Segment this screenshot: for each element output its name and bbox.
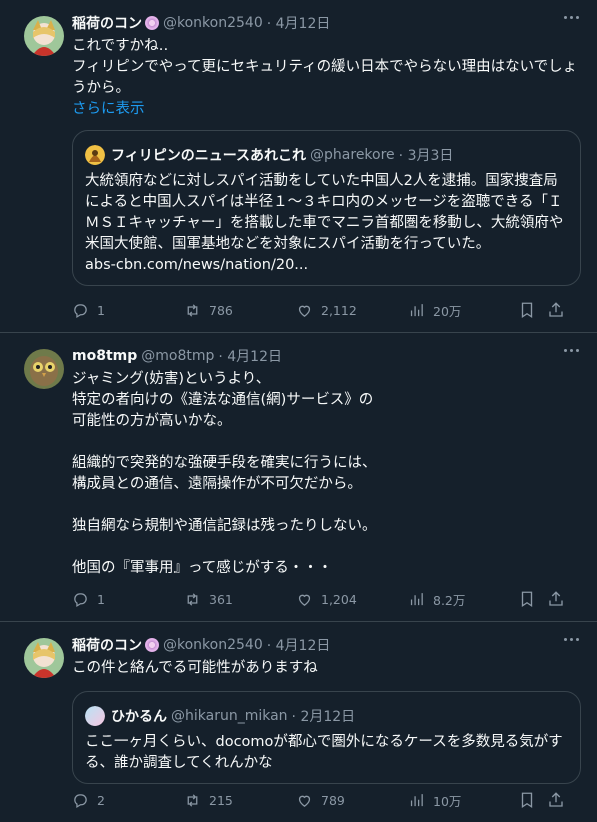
like-count: 1,204: [321, 591, 357, 607]
quoted-display-name: フィリピンのニュースあれこれ: [111, 148, 307, 164]
more-options-icon[interactable]: [564, 349, 579, 352]
quoted-handle: @hikarun_mikan: [171, 708, 288, 724]
tweet-header: mo8tmp @mo8tmp · 4月12日: [72, 345, 581, 367]
share-icon[interactable]: [547, 791, 565, 809]
views-icon: [410, 592, 423, 605]
bookmark-icon[interactable]: [518, 301, 536, 319]
views-icon: [410, 303, 423, 316]
retweet-icon: [187, 303, 198, 317]
quoted-header: ひかるん @hikarun_mikan · 2月12日: [85, 706, 568, 726]
quoted-date: · 2月12日: [291, 709, 356, 725]
quoted-avatar: [85, 145, 105, 165]
like-count: 2,112: [321, 302, 357, 318]
retweet-count: 361: [209, 591, 233, 607]
share-icon[interactable]: [547, 301, 565, 319]
tweet-date[interactable]: · 4月12日: [218, 346, 282, 366]
retweet-count: 786: [209, 302, 233, 318]
like-count: 789: [321, 792, 345, 808]
user-handle[interactable]: @mo8tmp: [141, 348, 214, 364]
views-button[interactable]: 10万: [408, 778, 461, 822]
retweet-button[interactable]: 786: [184, 288, 233, 332]
retweet-icon: [187, 592, 198, 606]
action-bar: 1 786 2,112 20万: [72, 288, 581, 332]
reply-button[interactable]: 1: [72, 288, 105, 332]
avatar[interactable]: [24, 16, 64, 56]
more-options-icon[interactable]: [564, 16, 579, 19]
tweet[interactable]: 稲荷のコン @konkon2540 · 4月12日 この件と絡んでる可能性があり…: [0, 622, 597, 822]
reply-icon: [74, 303, 87, 318]
tweet[interactable]: mo8tmp @mo8tmp · 4月12日 ジャミング(妨害)というより、 特…: [0, 333, 597, 622]
tweet-header: 稲荷のコン @konkon2540 · 4月12日: [72, 634, 581, 656]
user-handle[interactable]: @konkon2540: [163, 637, 263, 653]
user-handle[interactable]: @konkon2540: [163, 15, 263, 31]
share-icon[interactable]: [547, 590, 565, 608]
like-button[interactable]: 789: [296, 778, 345, 822]
heart-icon: [298, 305, 311, 317]
quoted-tweet[interactable]: ひかるん @hikarun_mikan · 2月12日 ここ一ヶ月くらい、doc…: [72, 691, 581, 784]
action-bar: 2 215 789 10万: [72, 778, 581, 822]
views-button[interactable]: 8.2万: [408, 577, 465, 621]
display-name[interactable]: 稲荷のコン: [72, 13, 142, 33]
reply-count: 2: [97, 792, 105, 808]
quoted-text: 大統領府などに対しスパイ活動をしていた中国人2人を逮捕。国家捜査局によると中国人…: [85, 173, 564, 252]
quoted-text: ここ一ヶ月くらい、docomoが都心で圏外になるケースを多数見る気がする、誰か調…: [85, 734, 563, 771]
tweet[interactable]: 稲荷のコン @konkon2540 · 4月12日 これですかね‥ フィリピンで…: [0, 0, 597, 333]
retweet-button[interactable]: 361: [184, 577, 233, 621]
views-button[interactable]: 20万: [408, 288, 461, 332]
show-more-link[interactable]: さらに表示: [72, 99, 581, 120]
reply-count: 1: [97, 591, 105, 607]
view-count: 8.2万: [433, 592, 466, 608]
bookmark-icon[interactable]: [518, 791, 536, 809]
quoted-header: フィリピンのニュースあれこれ @pharekore · 3月3日: [85, 145, 568, 165]
reply-button[interactable]: 2: [72, 778, 105, 822]
action-bar: 1 361 1,204 8.2万: [72, 577, 581, 621]
reply-button[interactable]: 1: [72, 577, 105, 621]
view-count: 20万: [433, 303, 462, 319]
quoted-display-name: ひかるん: [111, 709, 167, 725]
views-icon: [410, 793, 423, 806]
reply-icon: [74, 793, 87, 808]
retweet-count: 215: [209, 792, 233, 808]
avatar[interactable]: [24, 349, 64, 389]
display-name[interactable]: 稲荷のコン: [72, 635, 142, 655]
heart-icon: [298, 795, 311, 807]
like-button[interactable]: 1,204: [296, 577, 357, 621]
retweet-button[interactable]: 215: [184, 778, 233, 822]
tweet-text: ジャミング(妨害)というより、 特定の者向けの《違法な通信(網)サービス》の 可…: [72, 371, 377, 576]
reply-icon: [74, 592, 87, 607]
tweet-header: 稲荷のコン @konkon2540 · 4月12日: [72, 12, 581, 34]
view-count: 10万: [433, 793, 462, 809]
heart-icon: [298, 594, 311, 606]
tweet-date[interactable]: · 4月12日: [267, 13, 331, 33]
bookmark-icon[interactable]: [518, 590, 536, 608]
verified-badge-icon: [145, 638, 159, 652]
tweet-text: これですかね‥ フィリピンでやって更にセキュリティの緩い日本でやらない理由はない…: [72, 38, 578, 96]
quoted-tweet[interactable]: フィリピンのニュースあれこれ @pharekore · 3月3日 大統領府などに…: [72, 130, 581, 286]
more-options-icon[interactable]: [564, 638, 579, 641]
quoted-link[interactable]: abs-cbn.com/news/nation/20...: [85, 255, 568, 276]
tweet-text: この件と絡んでる可能性がありますね: [72, 660, 318, 676]
tweet-date[interactable]: · 4月12日: [267, 635, 331, 655]
avatar[interactable]: [24, 638, 64, 678]
reply-count: 1: [97, 302, 105, 318]
display-name[interactable]: mo8tmp: [72, 348, 137, 364]
like-button[interactable]: 2,112: [296, 288, 357, 332]
verified-badge-icon: [145, 16, 159, 30]
quoted-avatar: [85, 706, 105, 726]
quoted-date: · 3月3日: [398, 148, 454, 164]
quoted-handle: @pharekore: [310, 147, 395, 163]
retweet-icon: [187, 793, 198, 807]
